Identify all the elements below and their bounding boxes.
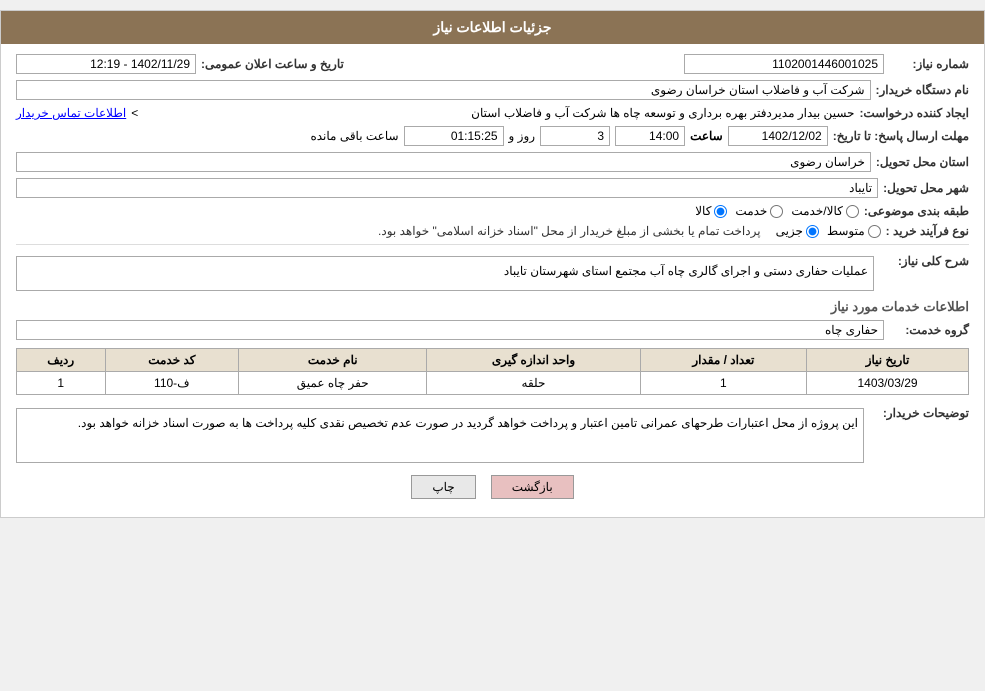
tosihaat-value: این پروژه از محل اعتبارات طرحهای عمرانی …	[16, 408, 864, 463]
row-ostan: استان محل تحویل: خراسان رضوی	[16, 152, 969, 172]
sharh-value: عملیات حفاری دستی و اجرای گالری چاه آب م…	[16, 256, 874, 291]
saaat-baqi-label: ساعت باقی مانده	[310, 129, 398, 143]
services-table-section: تاریخ نیاز تعداد / مقدار واحد اندازه گیر…	[16, 348, 969, 395]
tosihaat-label: توضیحات خریدار:	[869, 403, 969, 420]
farayand-label: نوع فرآیند خرید :	[886, 224, 969, 238]
radio-khedmat[interactable]: خدمت	[735, 204, 783, 218]
radio-kala-khedmat-input[interactable]	[846, 205, 859, 218]
tarikh-label: تاریخ و ساعت اعلان عمومی:	[201, 57, 344, 71]
radio-motavassit[interactable]: متوسط	[827, 224, 881, 238]
page-header: جزئیات اطلاعات نیاز	[1, 11, 984, 44]
main-content: شماره نیاز: 1102001446001025 تاریخ و ساع…	[1, 44, 984, 517]
gorooh-label: گروه خدمت:	[889, 323, 969, 337]
radio-kala-input[interactable]	[714, 205, 727, 218]
table-row: 1403/03/29 1 حلقه حفر چاه عمیق ف-110 1	[17, 372, 969, 395]
saat-label: ساعت	[690, 129, 723, 143]
back-button[interactable]: بازگشت	[491, 475, 574, 499]
kala-label: کالا	[695, 204, 711, 218]
rooz-label: روز و	[509, 129, 536, 143]
name-dastgah-label: نام دستگاه خریدار:	[876, 83, 970, 97]
farayand-radios: متوسط جزیی	[776, 224, 881, 238]
shahr-label: شهر محل تحویل:	[883, 181, 969, 195]
ostan-value: خراسان رضوی	[16, 152, 871, 172]
row-gorooh: گروه خدمت: حفاری چاه	[16, 320, 969, 340]
gorooh-value: حفاری چاه	[16, 320, 884, 340]
row-mohlat: مهلت ارسال پاسخ: تا تاریخ: 1402/12/02 سا…	[16, 126, 969, 146]
col-name: نام خدمت	[239, 349, 427, 372]
cell-date: 1403/03/29	[807, 372, 969, 395]
radio-jozei-input[interactable]	[806, 225, 819, 238]
ijad-label: ایجاد کننده درخواست:	[859, 106, 969, 120]
row-tosihaat: توضیحات خریدار: این پروژه از محل اعتبارا…	[16, 403, 969, 463]
services-section-title: اطلاعات خدمات مورد نیاز	[16, 299, 969, 315]
cell-code: ف-110	[105, 372, 239, 395]
ijad-link[interactable]: اطلاعات تماس خریدار	[16, 106, 126, 120]
divider-1	[16, 244, 969, 245]
mohlat-label: مهلت ارسال پاسخ: تا تاریخ:	[833, 129, 969, 143]
col-count: تعداد / مقدار	[640, 349, 806, 372]
tabaqe-label: طبقه بندی موضوعی:	[864, 204, 969, 218]
farayand-desc: پرداخت تمام یا بخشی از مبلغ خریدار از مح…	[378, 224, 761, 238]
cell-radif: 1	[17, 372, 106, 395]
ostan-label: استان محل تحویل:	[876, 155, 969, 169]
row-farayand: نوع فرآیند خرید : متوسط جزیی پرداخت تمام…	[16, 224, 969, 238]
mohlat-date-value: 1402/12/02	[728, 126, 828, 146]
shomara-value: 1102001446001025	[684, 54, 884, 74]
row-ijad: ایجاد کننده درخواست: حسین بیدار مدیردفتر…	[16, 106, 969, 120]
name-dastgah-value: شرکت آب و فاضلاب استان خراسان رضوی	[16, 80, 871, 100]
mohlat-saat-value: 14:00	[615, 126, 685, 146]
services-table: تاریخ نیاز تعداد / مقدار واحد اندازه گیر…	[16, 348, 969, 395]
mohlat-baqi-value: 01:15:25	[404, 126, 504, 146]
tarikh-value: 1402/11/29 - 12:19	[16, 54, 196, 74]
row-shomara: شماره نیاز: 1102001446001025 تاریخ و ساع…	[16, 54, 969, 74]
radio-kala-khedmat[interactable]: کالا/خدمت	[791, 204, 858, 218]
col-unit: واحد اندازه گیری	[427, 349, 640, 372]
radio-kala[interactable]: کالا	[695, 204, 727, 218]
row-name-dastgah: نام دستگاه خریدار: شرکت آب و فاضلاب استا…	[16, 80, 969, 100]
row-tabaqe: طبقه بندی موضوعی: کالا/خدمت خدمت کالا	[16, 204, 969, 218]
tabaqe-radios: کالا/خدمت خدمت کالا	[695, 204, 859, 218]
cell-name: حفر چاه عمیق	[239, 372, 427, 395]
shomara-label: شماره نیاز:	[889, 57, 969, 71]
khedmat-label: خدمت	[735, 204, 767, 218]
row-shahr: شهر محل تحویل: تایباد	[16, 178, 969, 198]
jozei-label: جزیی	[776, 224, 803, 238]
col-code: کد خدمت	[105, 349, 239, 372]
sharh-label: شرح کلی نیاز:	[879, 251, 969, 268]
page-wrapper: جزئیات اطلاعات نیاز شماره نیاز: 11020014…	[0, 10, 985, 518]
col-date: تاریخ نیاز	[807, 349, 969, 372]
motavassit-label: متوسط	[827, 224, 865, 238]
radio-khedmat-input[interactable]	[770, 205, 783, 218]
page-title: جزئیات اطلاعات نیاز	[433, 19, 551, 35]
mohlat-rooz-value: 3	[540, 126, 610, 146]
shahr-value: تایباد	[16, 178, 878, 198]
print-button[interactable]: چاپ	[411, 475, 475, 499]
cell-count: 1	[640, 372, 806, 395]
ijad-value: حسین بیدار مدیردفتر بهره برداری و توسعه …	[143, 106, 854, 120]
col-radif: ردیف	[17, 349, 106, 372]
kala-khedmat-label: کالا/خدمت	[791, 204, 842, 218]
radio-jozei[interactable]: جزیی	[776, 224, 819, 238]
row-sharh: شرح کلی نیاز: عملیات حفاری دستی و اجرای …	[16, 251, 969, 291]
radio-motavassit-input[interactable]	[868, 225, 881, 238]
cell-unit: حلقه	[427, 372, 640, 395]
buttons-row: بازگشت چاپ	[16, 475, 969, 499]
